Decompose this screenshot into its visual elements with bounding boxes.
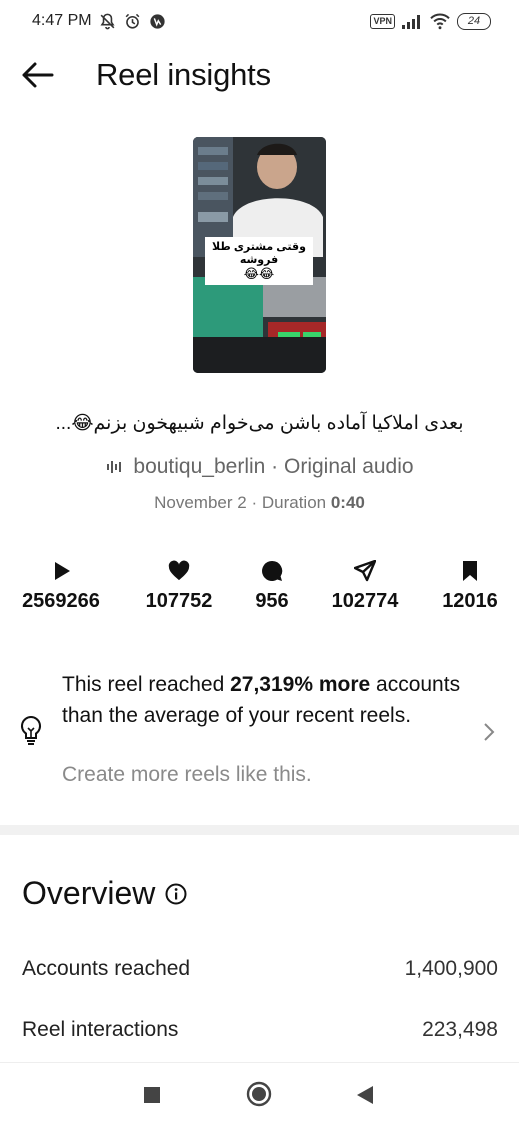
duration-label: · Duration — [246, 493, 331, 512]
reel-thumbnail[interactable]: وقتی مشتری طلا فروشه 😂😂 — [193, 137, 326, 373]
thumbnail-overlay-text: وقتی مشتری طلا فروشه — [212, 241, 306, 266]
audio-row[interactable]: boutiqu_berlin · Original audio — [0, 455, 519, 479]
audio-label: Original audio — [284, 455, 414, 478]
date-duration-row: November 2 · Duration 0:40 — [0, 493, 519, 513]
header: Reel insights — [0, 52, 519, 98]
home-button[interactable] — [246, 1081, 272, 1107]
metric-label: Accounts reached — [22, 957, 191, 980]
system-navigation-bar — [0, 1062, 519, 1125]
heart-icon — [168, 560, 190, 581]
lightbulb-icon — [20, 715, 42, 745]
play-icon — [55, 562, 70, 580]
info-icon[interactable] — [165, 883, 187, 905]
stat-shares: 102774 — [310, 560, 420, 613]
overview-heading: Overview — [22, 875, 187, 912]
chevron-right-icon — [484, 723, 495, 741]
thumbnail-overlay-emoji: 😂😂 — [243, 266, 275, 281]
page-title: Reel insights — [96, 57, 271, 92]
reel-date: November 2 — [154, 493, 247, 512]
stat-plays-value: 2569266 — [22, 590, 100, 612]
back-arrow-icon[interactable] — [20, 60, 54, 90]
stat-saves-value: 12016 — [442, 590, 498, 612]
wifi-icon — [430, 13, 450, 30]
recent-apps-button[interactable] — [143, 1086, 161, 1104]
metric-label: Reel interactions — [22, 1018, 179, 1041]
status-time: 4:47 PM — [32, 12, 92, 29]
section-divider — [0, 825, 519, 835]
status-system-icons: VPN 24 — [370, 12, 491, 30]
stat-saves: 12016 — [415, 560, 519, 613]
metric-value: 223,498 — [422, 1018, 498, 1041]
comment-icon — [262, 560, 283, 581]
status-bar: 4:47 PM VPN 24 — [0, 0, 519, 44]
vpn-badge: VPN — [370, 13, 395, 29]
metric-reel-interactions[interactable]: Reel interactions 223,498 — [22, 1018, 498, 1042]
mute-bell-icon — [100, 13, 115, 30]
duration-value: 0:40 — [330, 493, 365, 512]
metric-value: 1,400,900 — [404, 957, 498, 980]
overview-title: Overview — [22, 875, 156, 911]
back-nav-button[interactable] — [356, 1085, 374, 1105]
reel-insight-card[interactable]: This reel reached 27,319% more accounts … — [0, 665, 519, 795]
alarm-icon — [125, 13, 140, 29]
app-notification-icon — [150, 14, 165, 29]
stats-row: 2569266 107752 956 102774 12016 — [0, 560, 519, 620]
insight-text: This reel reached 27,319% more accounts … — [62, 669, 472, 731]
thumbnail-text-overlay: وقتی مشتری طلا فروشه 😂😂 — [205, 237, 313, 285]
bookmark-icon — [463, 561, 477, 581]
audio-username: boutiqu_berlin — [133, 455, 266, 478]
insight-highlight: 27,319% more — [230, 673, 371, 696]
insight-text-before: This reel reached — [62, 673, 231, 696]
stat-shares-value: 102774 — [331, 590, 399, 612]
insight-subtext: Create more reels like this. — [62, 763, 312, 786]
audio-separator: · — [265, 455, 284, 478]
battery-indicator: 24 — [457, 12, 491, 30]
status-notification-icons — [98, 12, 167, 31]
stat-plays: 2569266 — [6, 560, 116, 613]
signal-icon — [402, 15, 420, 29]
audio-waveform-icon — [107, 461, 122, 473]
reel-caption: بعدی املاکیا آماده باشن می‌خوام شبیهخون … — [55, 413, 464, 434]
metric-accounts-reached[interactable]: Accounts reached 1,400,900 — [22, 957, 498, 981]
send-icon — [354, 560, 376, 582]
